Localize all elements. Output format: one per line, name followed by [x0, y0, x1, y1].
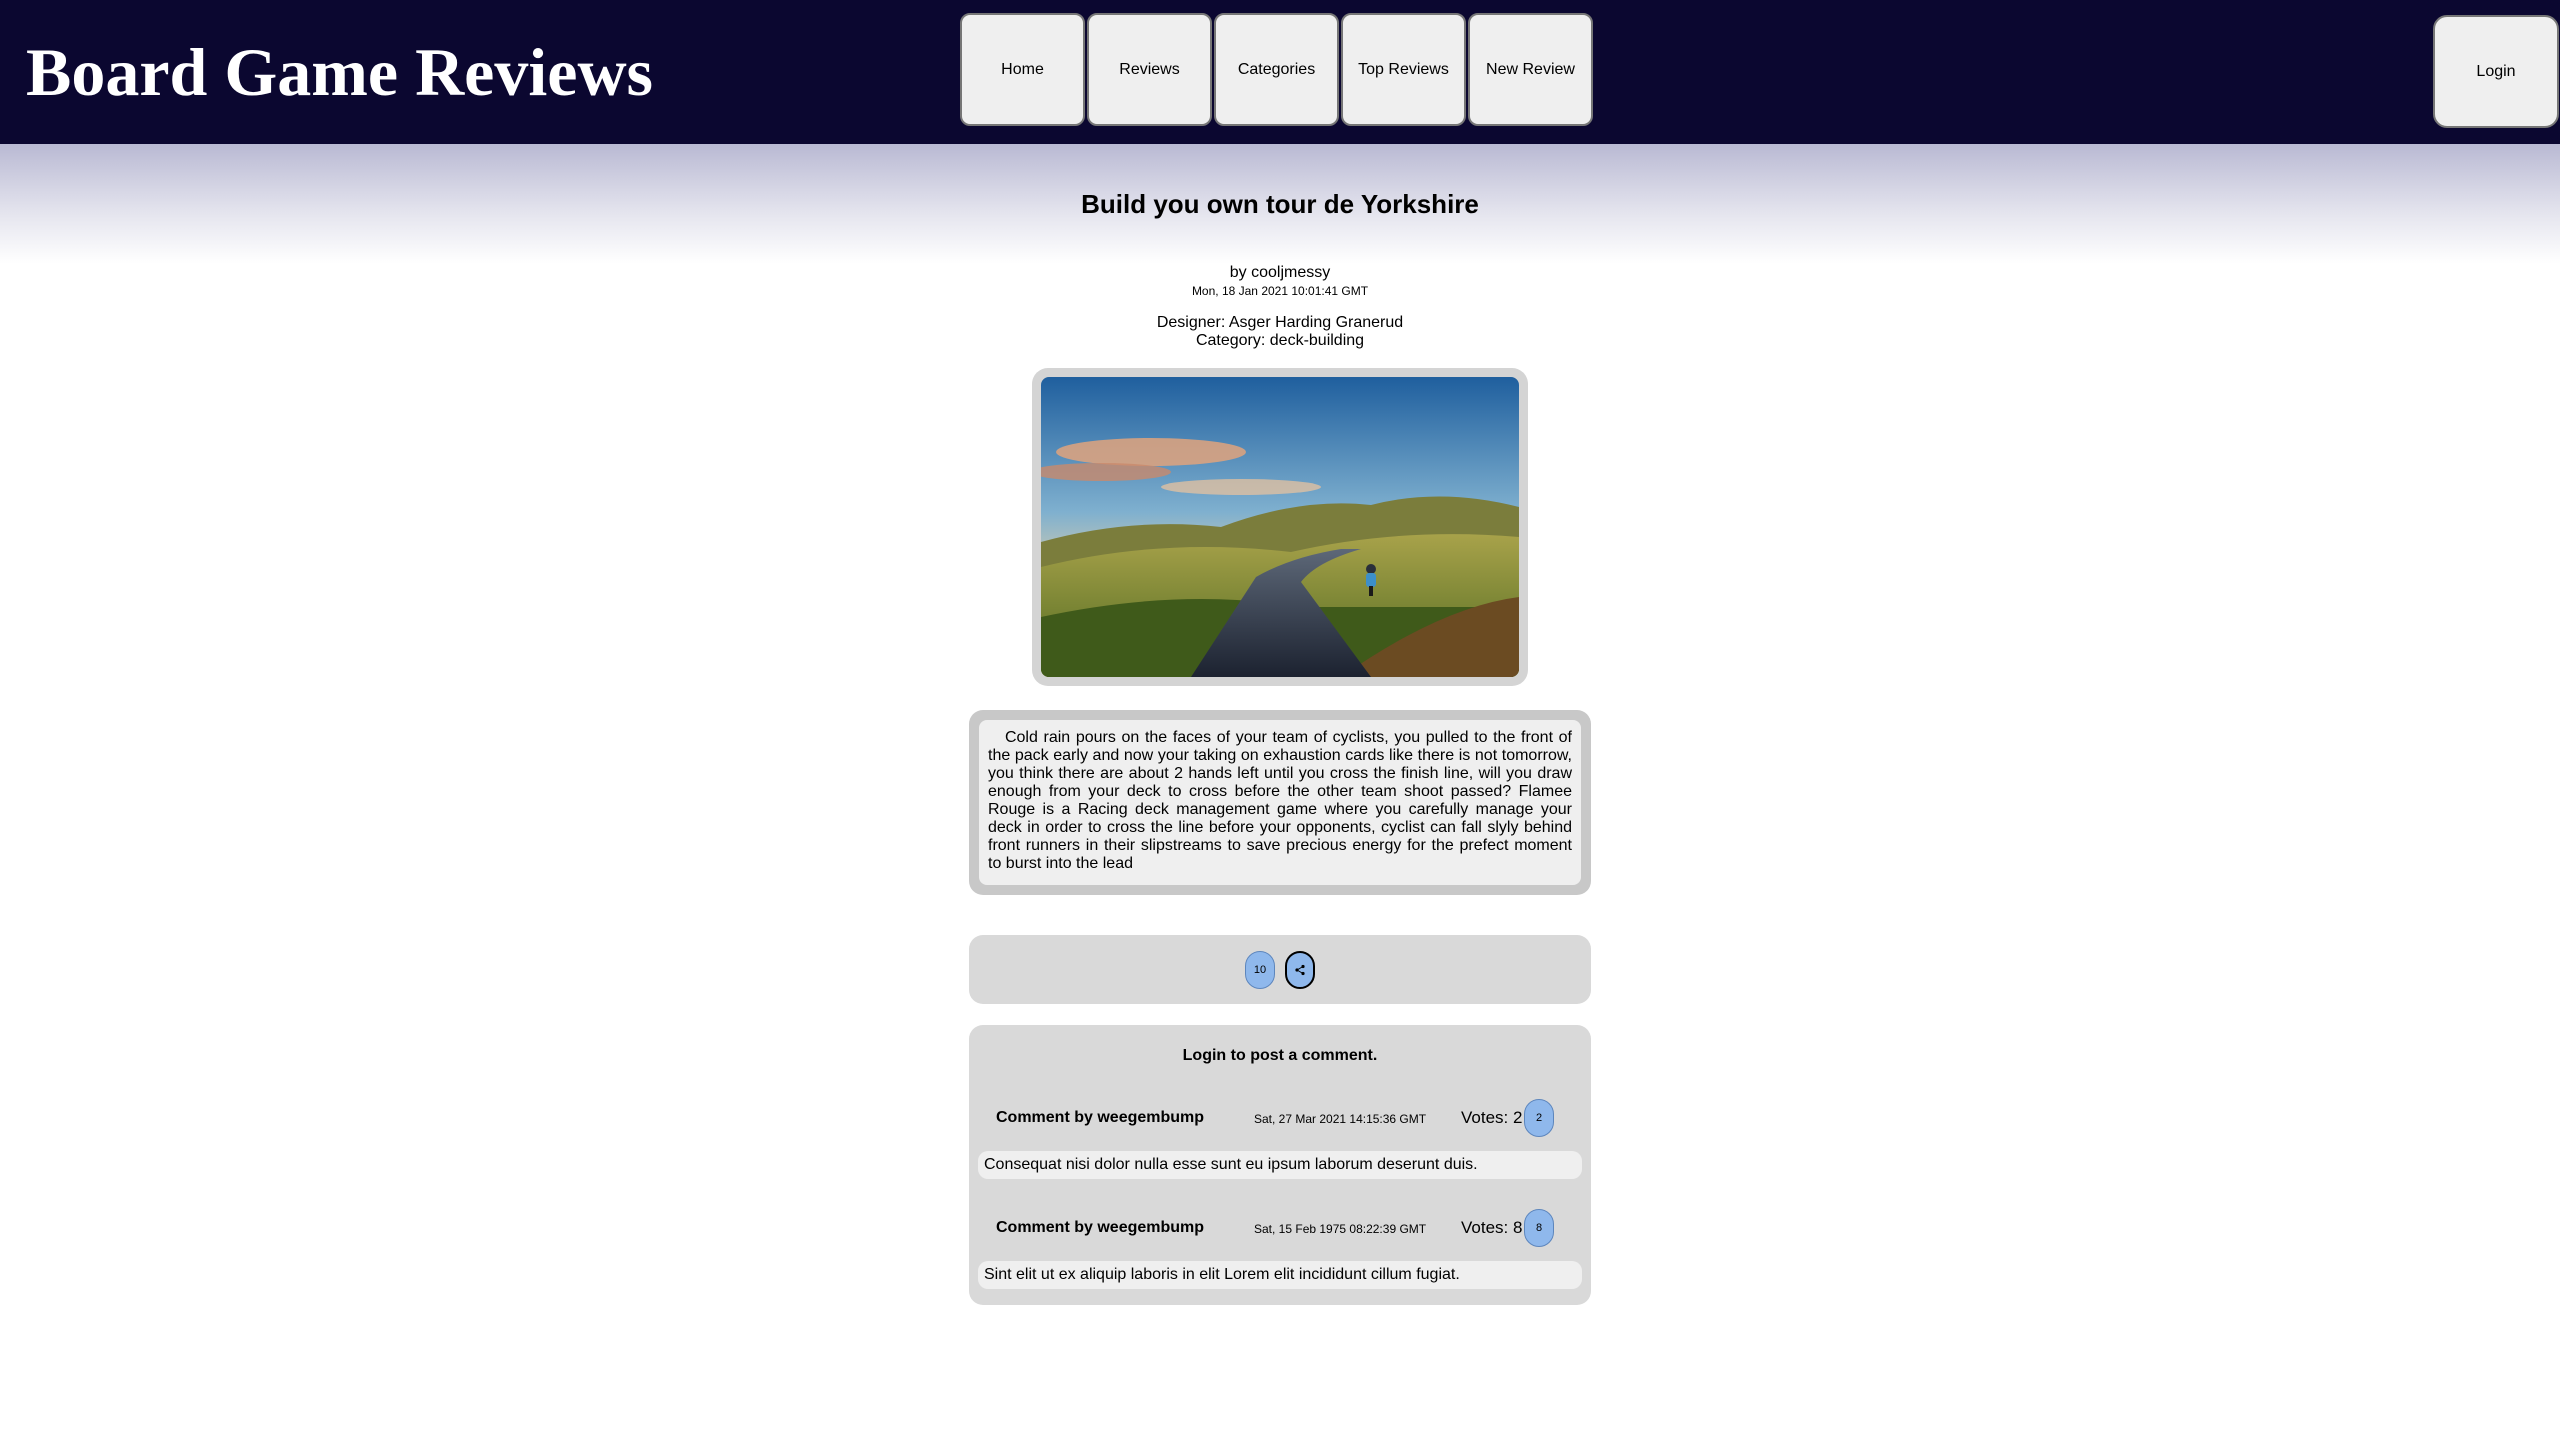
- comment-author: Comment by weegembump: [996, 1219, 1205, 1236]
- nav-home-button[interactable]: Home: [960, 13, 1085, 126]
- review-vote-button[interactable]: 10: [1245, 950, 1275, 989]
- review-body-text: Cold rain pours on the faces of your tea…: [988, 729, 1573, 872]
- comment-votes-label: Votes: 8: [1461, 1218, 1523, 1237]
- comment-header: Comment by weegembump Sat, 15 Feb 1975 0…: [969, 1207, 1591, 1247]
- comment-vote-button[interactable]: 8: [1524, 1209, 1554, 1247]
- review-author: by cooljmessy: [1229, 264, 1331, 281]
- share-icon: [1295, 964, 1305, 975]
- site-title: Board Game Reviews: [26, 34, 654, 110]
- review-image-frame: [1032, 368, 1528, 686]
- review-category: Category: deck-building: [1195, 332, 1365, 349]
- login-to-comment-prompt: Login to post a comment.: [1182, 1047, 1378, 1064]
- review-date: Mon, 18 Jan 2021 10:01:41 GMT: [1191, 284, 1369, 298]
- main-nav: Home Reviews Categories Top Reviews New …: [960, 13, 1593, 126]
- review-body: Cold rain pours on the faces of your tea…: [979, 720, 1581, 885]
- nav-top-reviews-button[interactable]: Top Reviews: [1341, 13, 1466, 126]
- comment-date: Sat, 27 Mar 2021 14:15:36 GMT: [1254, 1112, 1427, 1126]
- comment-date: Sat, 15 Feb 1975 08:22:39 GMT: [1254, 1222, 1427, 1236]
- review-body-panel: Cold rain pours on the faces of your tea…: [969, 710, 1591, 895]
- nav-categories-button[interactable]: Categories: [1214, 13, 1339, 126]
- share-button[interactable]: [1285, 950, 1315, 989]
- review-title: Build you own tour de Yorkshire: [1081, 189, 1479, 219]
- review-designer: Designer: Asger Harding Granerud: [1156, 314, 1404, 331]
- comment-header: Comment by weegembump Sat, 27 Mar 2021 1…: [969, 1097, 1591, 1137]
- review-image: [1041, 377, 1519, 677]
- site-header: Board Game Reviews Home Reviews Categori…: [0, 0, 2560, 144]
- comment-author: Comment by weegembump: [996, 1109, 1205, 1126]
- comment-vote-button[interactable]: 2: [1524, 1099, 1554, 1137]
- comment-body: Consequat nisi dolor nulla esse sunt eu …: [978, 1151, 1582, 1179]
- comment-body: Sint elit ut ex aliquip laboris in elit …: [978, 1261, 1582, 1289]
- nav-reviews-button[interactable]: Reviews: [1087, 13, 1212, 126]
- comments-panel: Login to post a comment. Comment by weeg…: [969, 1025, 1591, 1305]
- review-votes-panel: 10: [969, 935, 1591, 1004]
- comment-votes-label: Votes: 2: [1461, 1108, 1523, 1127]
- login-button[interactable]: Login: [2433, 15, 2559, 128]
- nav-new-review-button[interactable]: New Review: [1468, 13, 1593, 126]
